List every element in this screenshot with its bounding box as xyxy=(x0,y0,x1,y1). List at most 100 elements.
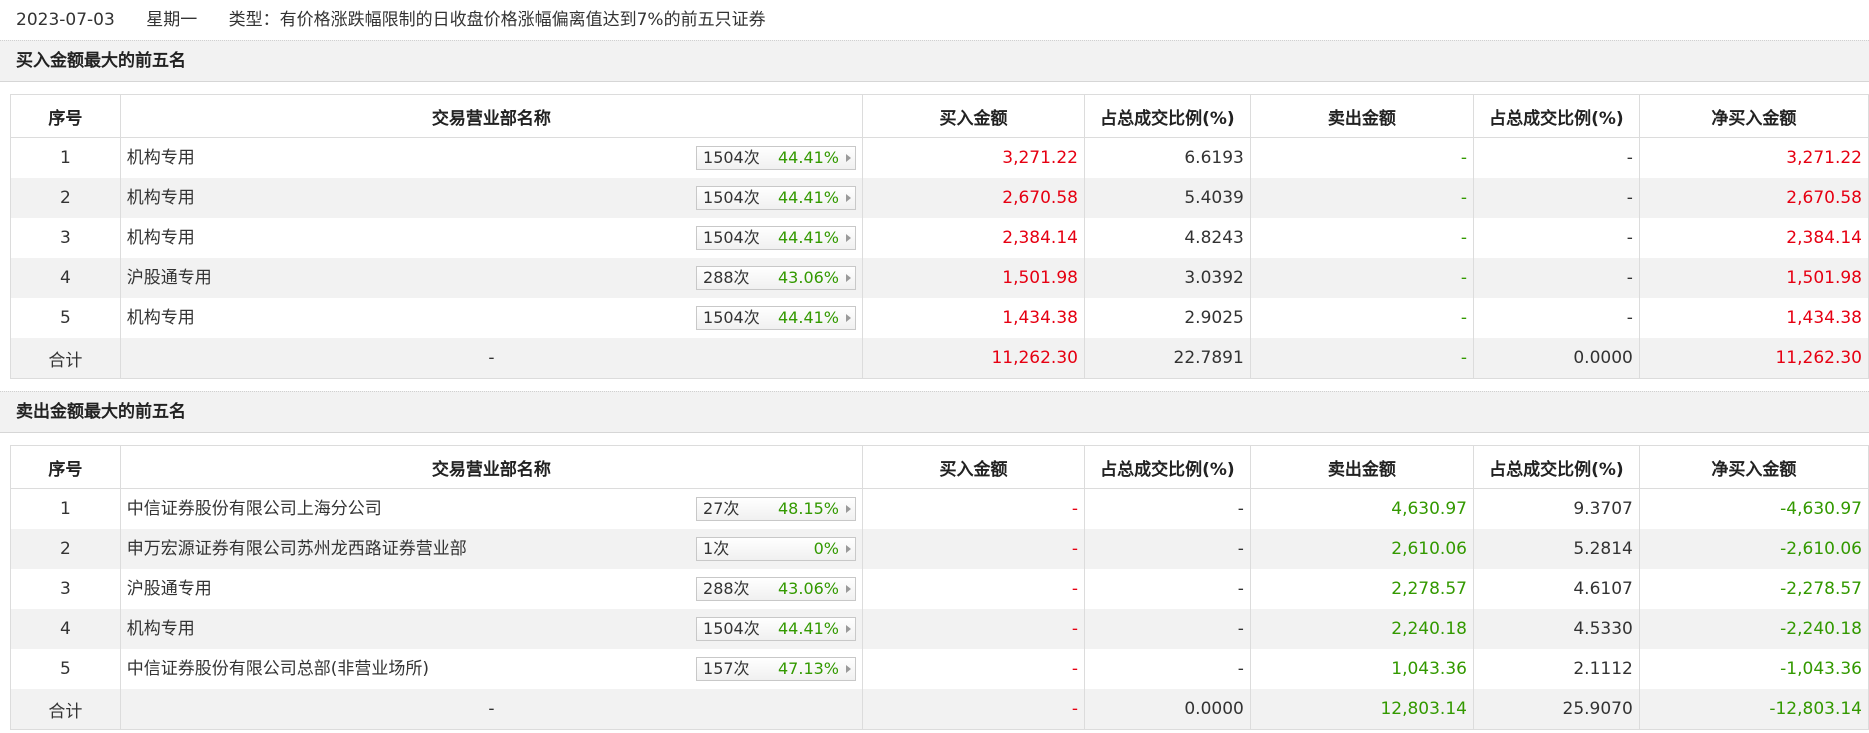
cell-buy: 1,501.98 xyxy=(862,258,1085,298)
cell-sell-ratio: - xyxy=(1472,258,1640,298)
cell-seq: 1 xyxy=(10,488,121,529)
cell-total-label: 合计 xyxy=(10,689,121,730)
cell-sell: 2,278.57 xyxy=(1249,569,1474,609)
success-rate: 0% xyxy=(813,539,840,558)
col-buy-ratio: 占总成交比例(%) xyxy=(1083,94,1251,138)
col-buy-ratio: 占总成交比例(%) xyxy=(1083,445,1251,489)
cell-seq: 5 xyxy=(10,298,121,338)
cell-buy-ratio: - xyxy=(1083,569,1251,609)
table-row: 1 机构专用 1504次 44.41% 3,271.22 6.6193- -3,271.22 xyxy=(10,137,1869,178)
branch-name-link[interactable]: 沪股通专用 xyxy=(127,569,212,609)
branch-stats-badge[interactable]: 1504次 44.41% xyxy=(696,146,857,170)
appearance-count: 157次 xyxy=(703,659,750,678)
cell-sell-ratio: 4.6107 xyxy=(1472,569,1640,609)
branch-name-link[interactable]: 机构专用 xyxy=(127,609,195,649)
cell-net: 2,670.58 xyxy=(1638,178,1869,218)
col-sell-ratio: 占总成交比例(%) xyxy=(1472,94,1640,138)
cell-buy-ratio: 6.6193 xyxy=(1083,137,1251,178)
cell-sell-ratio: 25.9070 xyxy=(1472,689,1640,730)
branch-stats-badge[interactable]: 27次 48.15% xyxy=(696,497,857,521)
branch-stats-badge[interactable]: 1504次 44.41% xyxy=(696,306,857,330)
cell-sell-ratio: - xyxy=(1472,298,1640,338)
appearance-count: 288次 xyxy=(703,268,750,287)
cell-total-label: 合计 xyxy=(10,338,121,379)
cell-buy: - xyxy=(862,649,1085,689)
cell-branch: 机构专用 1504次 44.41% xyxy=(119,218,864,258)
table-row: 2 申万宏源证券有限公司苏州龙西路证券营业部 1次 0% - -2,610.06 5.281… xyxy=(10,529,1869,569)
appearance-count: 27次 xyxy=(703,499,740,518)
cell-net: 3,271.22 xyxy=(1638,137,1869,178)
cell-net: 11,262.30 xyxy=(1638,338,1869,379)
cell-sell-ratio: 4.5330 xyxy=(1472,609,1640,649)
branch-name-link[interactable]: 机构专用 xyxy=(127,298,195,338)
cell-seq: 4 xyxy=(10,609,121,649)
cell-buy-ratio: 0.0000 xyxy=(1083,689,1251,730)
cell-seq: 1 xyxy=(10,137,121,178)
branch-stats-badge[interactable]: 288次 43.06% xyxy=(696,577,857,601)
success-rate: 44.41% xyxy=(778,148,840,167)
branch-name-link[interactable]: 中信证券股份有限公司总部(非营业场所) xyxy=(127,649,429,689)
cell-sell-ratio: - xyxy=(1472,137,1640,178)
success-rate: 48.15% xyxy=(778,499,840,518)
cell-buy-ratio: 22.7891 xyxy=(1083,338,1251,379)
caret-right-icon xyxy=(846,154,852,162)
cell-seq: 3 xyxy=(10,569,121,609)
cell-seq: 5 xyxy=(10,649,121,689)
col-sell: 卖出金额 xyxy=(1249,445,1474,489)
cell-sell: 4,630.97 xyxy=(1249,488,1474,529)
branch-name-link[interactable]: 机构专用 xyxy=(127,218,195,258)
branch-name-link[interactable]: 机构专用 xyxy=(127,138,195,178)
cell-branch: 机构专用 1504次 44.41% xyxy=(119,609,864,649)
branch-stats-badge[interactable]: 1504次 44.41% xyxy=(696,226,857,250)
cell-branch: 中信证券股份有限公司上海分公司 27次 48.15% xyxy=(119,488,864,529)
caret-right-icon xyxy=(846,665,852,673)
cell-sell-ratio: - xyxy=(1472,218,1640,258)
cell-buy-ratio: - xyxy=(1083,529,1251,569)
branch-stats-badge[interactable]: 157次 47.13% xyxy=(696,657,857,681)
cell-buy: 11,262.30 xyxy=(862,338,1085,379)
caret-right-icon xyxy=(846,314,852,322)
caret-right-icon xyxy=(846,194,852,202)
success-rate: 44.41% xyxy=(778,619,840,638)
cell-sell: - xyxy=(1249,137,1474,178)
branch-stats-badge[interactable]: 288次 43.06% xyxy=(696,266,857,290)
cell-net: -12,803.14 xyxy=(1638,689,1869,730)
caret-right-icon xyxy=(846,545,852,553)
branch-name-link[interactable]: 沪股通专用 xyxy=(127,258,212,298)
buy-section-title: 买入金额最大的前五名 xyxy=(0,40,1869,82)
appearance-count: 1次 xyxy=(703,539,730,558)
cell-branch: 沪股通专用 288次 43.06% xyxy=(119,569,864,609)
success-rate: 44.41% xyxy=(778,188,840,207)
branch-stats-badge[interactable]: 1次 0% xyxy=(696,537,857,561)
cell-seq: 4 xyxy=(10,258,121,298)
table-row: 3 沪股通专用 288次 43.06% - -2,278.57 4.6107 -2,278.5… xyxy=(10,569,1869,609)
branch-name-link[interactable]: 中信证券股份有限公司上海分公司 xyxy=(127,489,382,529)
success-rate: 44.41% xyxy=(778,308,840,327)
trade-date: 2023-07-03 xyxy=(16,10,115,30)
col-net: 净买入金额 xyxy=(1638,445,1869,489)
table-header-row: 序号 交易营业部名称 买入金额 占总成交比例(%) 卖出金额 占总成交比例(%)… xyxy=(10,445,1869,489)
cell-sell: - xyxy=(1249,258,1474,298)
cell-seq: 3 xyxy=(10,218,121,258)
page-header: 2023-07-03 星期一 类型：有价格涨跌幅限制的日收盘价格涨幅偏离值达到7… xyxy=(0,0,1869,40)
cell-buy: 2,384.14 xyxy=(862,218,1085,258)
col-name: 交易营业部名称 xyxy=(119,445,864,489)
cell-sell: 2,610.06 xyxy=(1249,529,1474,569)
cell-buy: 3,271.22 xyxy=(862,137,1085,178)
cell-net: -2,278.57 xyxy=(1638,569,1869,609)
cell-sell-ratio: - xyxy=(1472,178,1640,218)
branch-stats-badge[interactable]: 1504次 44.41% xyxy=(696,186,857,210)
cell-buy-ratio: 5.4039 xyxy=(1083,178,1251,218)
caret-right-icon xyxy=(846,274,852,282)
col-sell-ratio: 占总成交比例(%) xyxy=(1472,445,1640,489)
cell-branch: 沪股通专用 288次 43.06% xyxy=(119,258,864,298)
cell-buy: - xyxy=(862,569,1085,609)
col-sell: 卖出金额 xyxy=(1249,94,1474,138)
branch-stats-badge[interactable]: 1504次 44.41% xyxy=(696,617,857,641)
branch-name-link[interactable]: 申万宏源证券有限公司苏州龙西路证券营业部 xyxy=(127,529,467,569)
success-rate: 44.41% xyxy=(778,228,840,247)
sell-section-title: 卖出金额最大的前五名 xyxy=(0,391,1869,433)
table-row: 2 机构专用 1504次 44.41% 2,670.58 5.4039- -2,670.58 xyxy=(10,178,1869,218)
branch-name-link[interactable]: 机构专用 xyxy=(127,178,195,218)
cell-sell: - xyxy=(1249,338,1474,379)
